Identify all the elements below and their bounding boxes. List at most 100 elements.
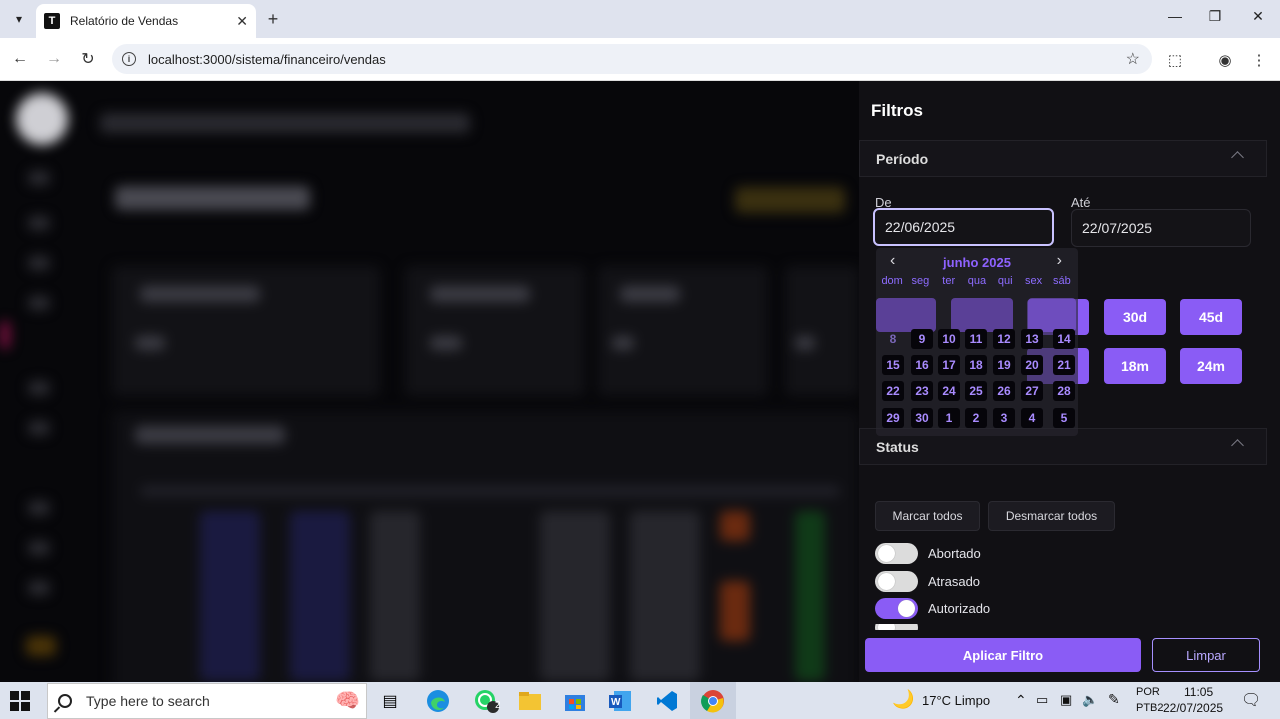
status-toggle-row[interactable]: Abortado [875,542,981,564]
restore-icon[interactable]: ❐ [1200,8,1230,25]
calendar-faded-row [951,298,1013,332]
deselect-all-button[interactable]: Desmarcar todos [988,501,1115,531]
new-tab-icon[interactable]: + [262,8,284,30]
calendar-day[interactable]: 22 [882,381,904,401]
calendar-day[interactable]: 13 [1021,329,1043,349]
calendar-day[interactable]: 19 [993,355,1015,375]
calendar-day[interactable]: 2 [965,408,987,428]
quick-range-45d-button[interactable]: 45d [1180,299,1242,335]
taskbar-search[interactable]: Type here to search 🧠 [47,683,367,719]
calendar-day[interactable]: 18 [965,355,987,375]
profile-icon[interactable]: ◉ [1214,49,1236,71]
extensions-icon[interactable]: ⬚ [1164,49,1186,71]
close-window-icon[interactable]: ✕ [1243,8,1273,25]
calendar-day[interactable]: 25 [965,381,987,401]
bookmark-star-icon[interactable]: ☆ [1126,49,1140,69]
store-icon[interactable] [555,686,595,716]
clock-date[interactable]: 22/07/2025 [1163,701,1223,715]
apply-filter-button[interactable]: Aplicar Filtro [865,638,1141,672]
calendar-day[interactable]: 17 [938,355,960,375]
status-toggle-switch[interactable] [875,597,918,619]
weekday-label: sex [1024,275,1043,287]
clear-filter-button[interactable]: Limpar [1152,638,1260,672]
calendar-year: 2025 [982,255,1011,270]
calendar-day[interactable]: 12 [993,329,1015,349]
search-highlight-icon: 🧠 [335,690,360,712]
calendar-day[interactable]: 29 [882,408,904,428]
browser-tab[interactable]: T Relatório de Vendas ✕ [36,4,256,38]
calendar-day[interactable]: 26 [993,381,1015,401]
status-toggle-row[interactable]: Autorizado [875,597,990,619]
weekday-label: ter [942,275,956,287]
calendar-day[interactable]: 23 [911,381,933,401]
task-view-icon[interactable]: ▤ [370,686,410,716]
status-toggle-switch[interactable] [875,624,918,630]
calendar-day[interactable]: 3 [993,408,1015,428]
calendar-day[interactable]: 28 [1053,381,1075,401]
back-icon[interactable]: ← [9,48,31,70]
tab-close-icon[interactable]: ✕ [236,13,248,30]
calendar-day[interactable]: 15 [882,355,904,375]
network-icon[interactable]: ▣ [1060,692,1072,708]
browser-toolbar: ← → ↻ i localhost:3000/sistema/financeir… [0,38,1280,81]
minimize-icon[interactable]: — [1160,8,1190,24]
status-toggle-switch[interactable] [875,570,918,592]
quick-range-24m-button[interactable]: 24m [1180,348,1242,384]
calendar-day[interactable]: 27 [1021,381,1043,401]
favicon-icon: T [44,13,60,29]
language-bottom[interactable]: PTB2 [1136,702,1164,714]
weekday-label: dom [881,275,903,287]
period-section-header[interactable]: Período [859,140,1267,177]
reload-icon[interactable]: ↻ [77,48,99,70]
weather-text[interactable]: 17°C Limpo [922,693,990,708]
site-info-icon[interactable]: i [122,52,136,66]
calendar-day[interactable]: 30 [911,408,933,428]
word-icon[interactable]: W [600,686,640,716]
tab-search-chevron-icon[interactable]: ▾ [6,6,32,32]
period-section-title: Período [876,150,929,167]
language-top[interactable]: POR [1136,686,1160,698]
chrome-icon[interactable] [690,682,736,719]
calendar-day[interactable]: 10 [938,329,960,349]
address-bar[interactable]: i localhost:3000/sistema/financeiro/vend… [112,44,1152,74]
calendar-day[interactable]: 16 [911,355,933,375]
weekday-label: sáb [1052,275,1071,287]
quick-range-30d-button[interactable]: 30d [1104,299,1166,335]
status-toggle-row-partial[interactable] [875,624,918,630]
file-explorer-icon[interactable] [510,686,550,716]
status-toggle-switch[interactable] [875,542,918,564]
blurred-app-background [0,81,859,682]
weekday-label: qua [967,275,987,287]
quick-range-18m-button[interactable]: 18m [1104,348,1166,384]
edge-icon[interactable] [418,686,458,716]
calendar-day[interactable]: 11 [965,329,987,349]
from-date-input[interactable] [873,208,1054,246]
calendar-day[interactable]: 21 [1053,355,1075,375]
volume-icon[interactable]: 🔈 [1082,692,1098,708]
notifications-icon[interactable]: 🗨 [1241,690,1261,710]
calendar-day[interactable]: 1 [938,408,960,428]
calendar-faded-row [1028,298,1076,332]
status-toggle-row[interactable]: Atrasado [875,570,980,592]
calendar-day[interactable]: 9 [911,329,933,349]
calendar-day[interactable]: 24 [938,381,960,401]
pen-icon[interactable]: ✎ [1108,691,1120,708]
calendar-day[interactable]: 20 [1021,355,1043,375]
vscode-icon[interactable] [647,686,687,716]
calendar-day[interactable]: 5 [1053,408,1075,428]
clock-time[interactable]: 11:05 [1184,685,1213,699]
select-all-button[interactable]: Marcar todos [875,501,980,531]
battery-icon[interactable]: ▭ [1036,692,1048,708]
tray-chevron-icon[interactable]: ⌃ [1015,692,1027,709]
windows-start-icon[interactable] [10,691,30,711]
calendar-day[interactable]: 4 [1021,408,1043,428]
calendar-day[interactable]: 14 [1053,329,1075,349]
browser-menu-icon[interactable]: ⋮ [1248,49,1270,71]
calendar-month: junho [943,255,979,270]
search-icon [58,694,72,708]
to-date-input[interactable] [1071,209,1251,247]
weather-moon-icon[interactable]: 🌙 [892,689,914,710]
whatsapp-icon[interactable]: 2 [466,686,506,716]
forward-icon[interactable]: → [43,48,65,70]
calendar-day[interactable]: 8 [882,329,904,349]
